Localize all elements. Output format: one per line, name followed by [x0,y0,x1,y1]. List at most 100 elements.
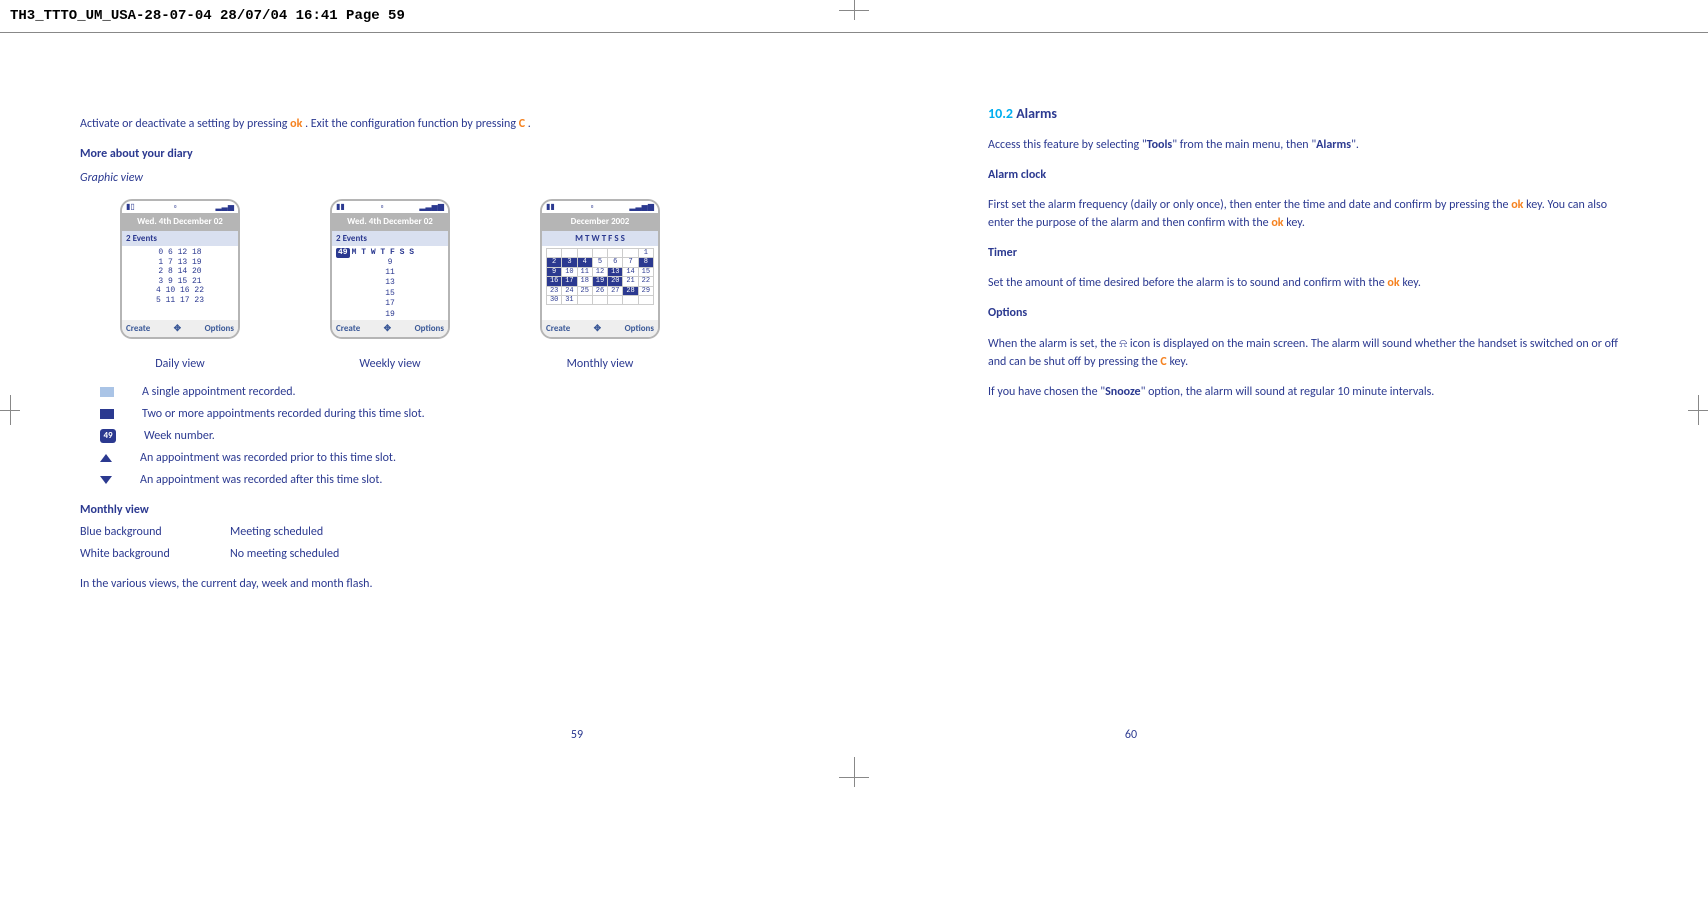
text: Set the amount of time desired before th… [988,276,1387,290]
phone-daily-block: ▮▯▫▂▃▅ Wed. 4th December 02 2 Events 0 6… [120,199,240,373]
softkey-options: Options [205,322,234,336]
softkey-options: Options [415,322,444,336]
phone-weekly: ▮▮▫▂▃▅▆ Wed. 4th December 02 2 Events 49… [330,199,450,339]
softkey-row: Create ✥ Options [332,320,448,338]
softkey-row: Create ✥ Options [122,320,238,338]
legend-text: Two or more appointments recorded during… [142,405,425,423]
text: First set the alarm frequency (daily or … [988,198,1511,212]
alarms-term: Alarms [1316,138,1351,152]
timer-title: Timer [988,244,1628,262]
more-about-diary-title: More about your diary [80,145,720,163]
timer-para: Set the amount of time desired before th… [988,274,1628,292]
legend-row: An appointment was recorded prior to thi… [100,449,720,467]
alarm-clock-para: First set the alarm frequency (daily or … [988,196,1628,232]
crop-mark-left [0,395,30,425]
softkey-create: Create [546,322,570,336]
weekly-day-head: M T W T F S S [352,248,414,258]
phone-status-bar: ▮▯▫▂▃▅ [122,201,238,213]
legend-text: An appointment was recorded prior to thi… [140,449,396,467]
phone-title-bar: Wed. 4th December 02 [332,213,448,231]
kv-key: Blue background [80,523,210,541]
crop-mark-bottom [839,767,869,797]
text: . [528,117,531,131]
nav-icon: ✥ [594,322,602,336]
page-left: Activate or deactivate a setting by pres… [80,103,720,605]
phone-status-bar: ▮▮▫▂▃▅▆ [542,201,658,213]
monthly-day-head: M T W T F S S [542,231,658,247]
text: . Exit the configuration function by pre… [305,117,519,131]
softkey-options: Options [625,322,654,336]
daily-caption: Daily view [120,355,240,373]
c-key: C [519,117,525,131]
text: key. [1286,216,1305,230]
tools-term: Tools [1147,138,1173,152]
ok-key: ok [290,117,302,131]
phone-status-bar: ▮▮▫▂▃▅▆ [332,201,448,213]
kv-row: Blue background Meeting scheduled [80,523,720,541]
phone-monthly-block: ▮▮▫▂▃▅▆ December 2002 M T W T F S S 1 23… [540,199,660,373]
softkey-create: Create [126,322,150,336]
page-right: 10.2 Alarms Access this feature by selec… [988,103,1628,605]
text: When the alarm is set, the [988,337,1119,351]
phone-screenshots-row: ▮▯▫▂▃▅ Wed. 4th December 02 2 Events 0 6… [120,199,720,373]
nav-icon: ✥ [384,322,392,336]
crop-mark-top [839,0,869,30]
page-numbers-row: 59 60 [0,728,1708,742]
nav-icon: ✥ [174,322,182,336]
phone-weekly-block: ▮▮▫▂▃▅▆ Wed. 4th December 02 2 Events 49… [330,199,450,373]
c-key: C [1160,355,1166,369]
legend: A single appointment recorded. Two or mo… [100,383,720,489]
section-heading: 10.2 Alarms [988,103,1628,124]
phone-title-bar: December 2002 [542,213,658,231]
snooze-para: If you have chosen the "Snooze" option, … [988,383,1628,401]
month-grid: 1 2345678 9101112131415 16171819202122 2… [546,248,654,305]
text: Activate or deactivate a setting by pres… [80,117,290,131]
phone-title-bar: Wed. 4th December 02 [122,213,238,231]
kv-key: White background [80,545,210,563]
kv-val: No meeting scheduled [230,545,339,563]
kv-val: Meeting scheduled [230,523,323,541]
ok-key: ok [1271,216,1283,230]
crop-mark-right [1678,395,1708,425]
text: " option, the alarm will sound at regula… [1141,385,1435,399]
options-para: When the alarm is set, the ⍾ icon is dis… [988,334,1628,371]
options-title: Options [988,304,1628,322]
page-number-left: 59 [571,728,583,742]
ok-key: ok [1511,198,1523,212]
kv-row: White background No meeting scheduled [80,545,720,563]
text: key. [1402,276,1421,290]
legend-row: Two or more appointments recorded during… [100,405,720,423]
weekly-head: 49 M T W T F S S [336,248,444,258]
text: " from the main menu, then " [1172,138,1316,152]
text: Access this feature by selecting " [988,138,1147,152]
ok-key: ok [1387,276,1399,290]
monthly-view-title: Monthly view [80,501,720,519]
legend-icon-light-square [100,387,114,397]
graphic-view-label: Graphic view [80,169,720,187]
phone-sub-bar: 2 Events [332,231,448,247]
legend-row: 49 Week number. [100,427,720,445]
section-title: Alarms [1016,105,1057,122]
phone-sub-bar: 2 Events [122,231,238,247]
weekly-caption: Weekly view [330,355,450,373]
activate-line: Activate or deactivate a setting by pres… [80,115,720,133]
page-spread: Activate or deactivate a setting by pres… [0,33,1708,605]
monthly-caption: Monthly view [540,355,660,373]
softkey-create: Create [336,322,360,336]
legend-text: Week number. [144,427,215,445]
legend-row: A single appointment recorded. [100,383,720,401]
legend-text: A single appointment recorded. [142,383,296,401]
week-number-badge: 49 [336,248,350,258]
phone-daily: ▮▯▫▂▃▅ Wed. 4th December 02 2 Events 0 6… [120,199,240,339]
legend-week-badge: 49 [100,429,116,443]
phone-monthly: ▮▮▫▂▃▅▆ December 2002 M T W T F S S 1 23… [540,199,660,339]
legend-icon-dark-square [100,409,114,419]
text: If you have chosen the " [988,385,1105,399]
legend-triangle-down-icon [100,476,112,484]
text: ". [1351,138,1359,152]
alarm-clock-title: Alarm clock [988,166,1628,184]
text: key. [1169,355,1188,369]
snooze-term: Snooze [1105,385,1140,399]
legend-text: An appointment was recorded after this t… [140,471,382,489]
alarm-bell-icon: ⍾ [1119,336,1127,350]
